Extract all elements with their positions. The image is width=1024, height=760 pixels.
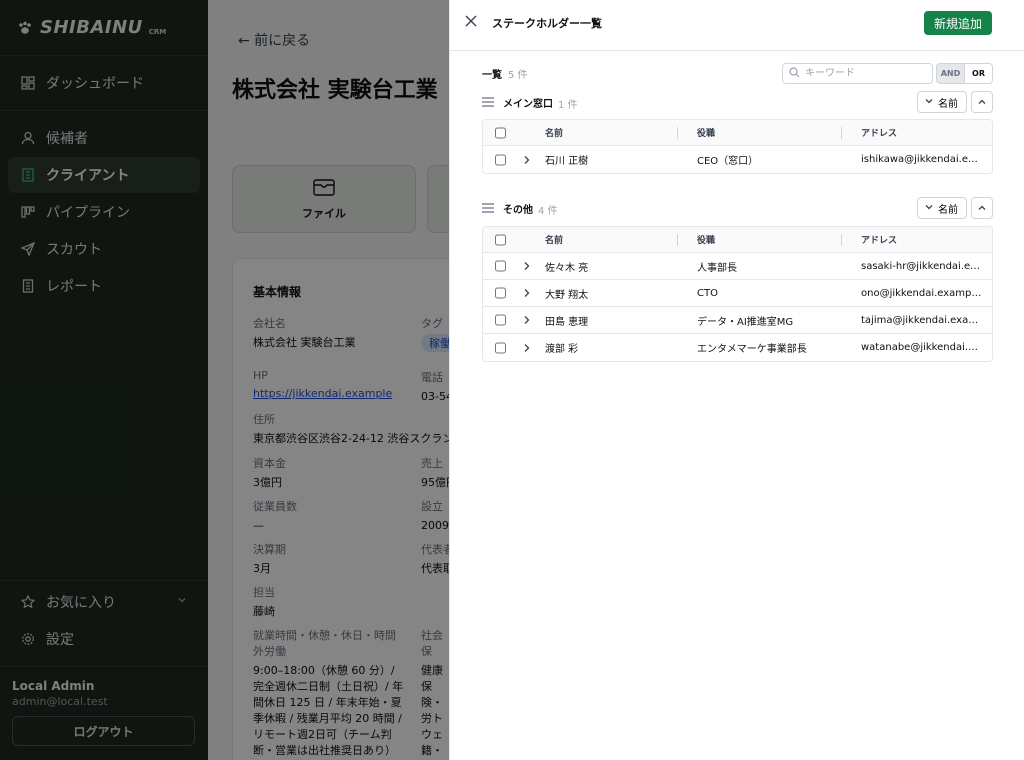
group-name: その他 — [503, 205, 533, 216]
row-checkbox[interactable] — [495, 342, 506, 353]
table-row[interactable]: 大野 翔太 CTO ono@jikkendai.example.... — [483, 280, 992, 307]
column-header-role[interactable]: 役職 — [697, 233, 847, 246]
sort-button[interactable]: 名前 — [917, 91, 967, 113]
drag-handle-icon[interactable] — [482, 202, 494, 216]
table-row[interactable]: 田島 恵理 データ・AI推進室MG tajima@jikkendai.examp… — [483, 307, 992, 334]
collapse-button[interactable] — [971, 197, 993, 219]
chevron-down-icon — [924, 96, 934, 109]
drawer-header: ステークホルダー一覧 新規追加 — [450, 0, 1024, 51]
cell-name: 石川 正樹 — [545, 156, 589, 167]
cell-name: 田島 恵理 — [545, 316, 589, 328]
chevron-up-icon — [977, 201, 987, 216]
cell-role: エンタメマーケ事業部長 — [697, 344, 807, 355]
cell-role: 人事部長 — [697, 262, 737, 274]
chevron-up-icon — [977, 95, 987, 110]
close-button[interactable] — [463, 14, 479, 30]
cell-role: CEO（窓口） — [697, 156, 759, 167]
chevron-down-icon — [924, 202, 934, 215]
sort-label: 名前 — [938, 98, 958, 110]
stakeholder-drawer: ステークホルダー一覧 新規追加 一覧 5 件 AND OR メイン窓口 1 件 … — [449, 0, 1024, 760]
drag-handle-icon[interactable] — [482, 96, 494, 110]
row-checkbox[interactable] — [495, 154, 506, 165]
list-header: 一覧 5 件 — [482, 66, 528, 81]
table-row[interactable]: 佐々木 亮 人事部長 sasaki-hr@jikkendai.exa... — [483, 253, 992, 280]
group-count: 4 件 — [538, 206, 558, 217]
table-row[interactable]: 渡部 彩 エンタメマーケ事業部長 watanabe@jikkendai.ex..… — [483, 334, 992, 361]
column-divider[interactable] — [677, 234, 678, 246]
chevron-right-icon[interactable] — [521, 342, 533, 354]
group-count: 1 件 — [558, 100, 578, 111]
group-name: メイン窓口 — [503, 99, 553, 110]
table-header: 名前 役職 アドレス — [483, 227, 992, 253]
cell-role: データ・AI推進室MG — [697, 316, 794, 328]
cell-address: watanabe@jikkendai.ex... — [861, 342, 983, 353]
cell-address: ishikawa@jikkendai.exa... — [861, 154, 983, 165]
and-or-toggle: AND OR — [936, 63, 993, 84]
table-row[interactable]: 石川 正樹 CEO（窓口） ishikawa@jikkendai.exa... — [483, 146, 992, 173]
sort-label: 名前 — [938, 204, 958, 216]
select-all-checkbox[interactable] — [495, 234, 506, 245]
column-header-address[interactable]: アドレス — [861, 126, 983, 139]
search-icon — [789, 66, 800, 81]
row-checkbox[interactable] — [495, 287, 506, 299]
list-count: 5 件 — [508, 70, 528, 81]
column-divider[interactable] — [841, 127, 842, 139]
column-header-role[interactable]: 役職 — [697, 126, 847, 139]
column-divider[interactable] — [677, 127, 678, 139]
collapse-button[interactable] — [971, 91, 993, 113]
row-checkbox[interactable] — [495, 260, 506, 272]
chevron-right-icon[interactable] — [521, 154, 533, 166]
and-toggle[interactable]: AND — [937, 64, 965, 83]
or-toggle[interactable]: OR — [965, 64, 992, 83]
chevron-right-icon[interactable] — [521, 314, 533, 326]
stakeholder-table-other: 名前 役職 アドレス 佐々木 亮 人事部長 sasaki-hr@jikkenda… — [482, 226, 993, 362]
drawer-title: ステークホルダー一覧 — [492, 17, 602, 30]
group-header-other: その他 4 件 名前 — [482, 197, 993, 219]
row-checkbox[interactable] — [495, 314, 506, 326]
cell-address: sasaki-hr@jikkendai.exa... — [861, 260, 983, 272]
cell-address: ono@jikkendai.example.... — [861, 287, 983, 299]
cell-name: 大野 翔太 — [545, 289, 589, 301]
chevron-right-icon[interactable] — [521, 287, 533, 299]
search-input[interactable] — [805, 68, 925, 79]
add-stakeholder-button[interactable]: 新規追加 — [923, 11, 992, 35]
table-header: 名前 役職 アドレス — [483, 120, 992, 146]
list-title: 一覧 — [482, 70, 502, 81]
column-divider[interactable] — [841, 234, 842, 246]
column-header-name[interactable]: 名前 — [545, 233, 675, 246]
group-header-main: メイン窓口 1 件 名前 — [482, 91, 993, 113]
stakeholder-table-main: 名前 役職 アドレス 石川 正樹 CEO（窓口） ishikawa@jikken… — [482, 119, 993, 174]
cell-role: CTO — [697, 287, 718, 299]
chevron-right-icon[interactable] — [521, 260, 533, 272]
select-all-checkbox[interactable] — [495, 127, 506, 138]
search-box — [782, 63, 933, 84]
cell-name: 佐々木 亮 — [545, 262, 589, 274]
modal-overlay[interactable] — [0, 0, 449, 760]
cell-address: tajima@jikkendai.examp... — [861, 314, 983, 326]
column-header-address[interactable]: アドレス — [861, 233, 983, 246]
column-header-name[interactable]: 名前 — [545, 126, 675, 139]
close-icon — [464, 14, 478, 31]
sort-button[interactable]: 名前 — [917, 197, 967, 219]
cell-name: 渡部 彩 — [545, 344, 579, 355]
